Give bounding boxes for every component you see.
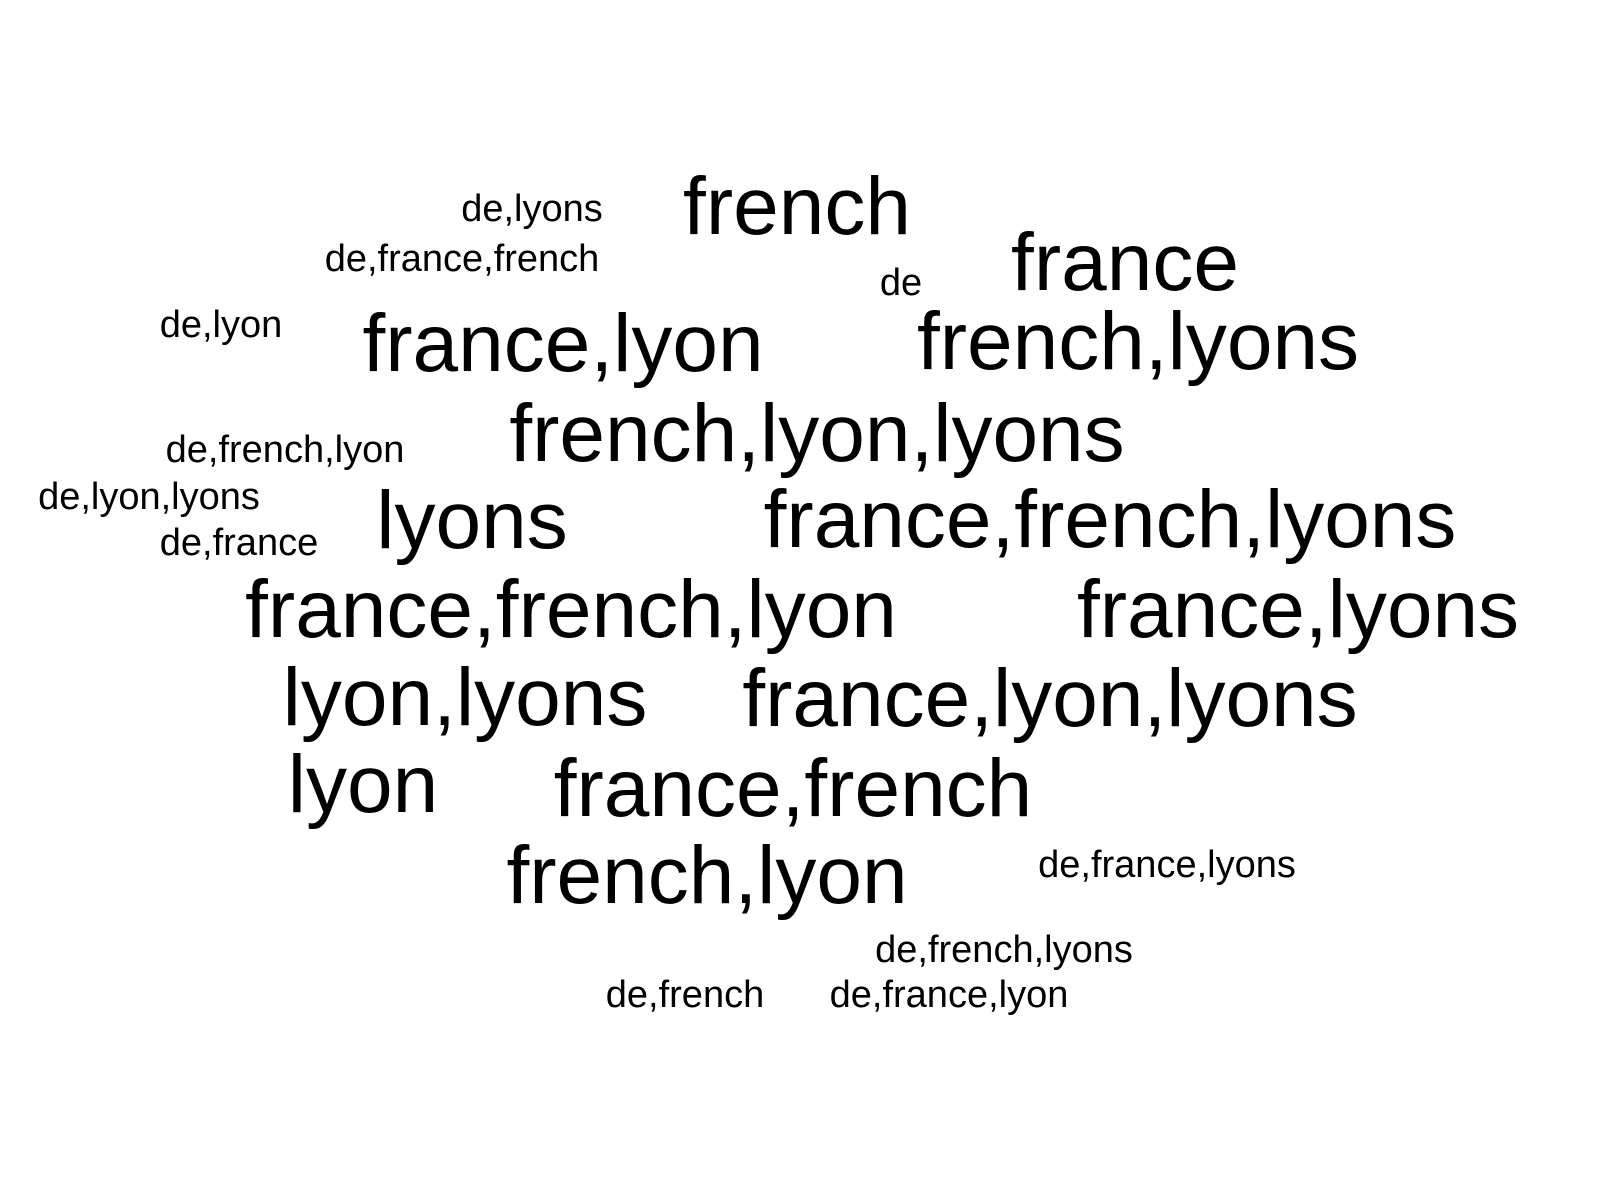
word-item: france,french bbox=[553, 743, 1033, 834]
word-item: france,lyons bbox=[1076, 564, 1520, 655]
word-item: de,lyon bbox=[159, 304, 283, 346]
word-item: france,french,lyon bbox=[245, 564, 897, 655]
word-item: french bbox=[683, 161, 911, 252]
word-item: de,french,lyon bbox=[165, 429, 405, 471]
word-item: lyon bbox=[287, 739, 439, 830]
word-item: de,france bbox=[159, 522, 319, 564]
word-cloud: french de,lyons de,france,french france de de… bbox=[0, 0, 1600, 1200]
word-item: france bbox=[1011, 217, 1239, 308]
word-item: de,lyon,lyons bbox=[38, 476, 260, 518]
word-item: de,lyons bbox=[461, 188, 603, 230]
word-item: de,france,lyons bbox=[1038, 844, 1296, 886]
word-item: de bbox=[879, 262, 923, 304]
word-item: de,french,lyons bbox=[875, 929, 1133, 971]
word-item: de,france,french bbox=[324, 238, 600, 280]
word-item: de,france,lyon bbox=[829, 974, 1069, 1016]
word-item: de,french bbox=[605, 974, 765, 1016]
word-item: lyons bbox=[376, 475, 568, 566]
word-item: france,french,lyons bbox=[763, 474, 1457, 565]
word-item: france,lyon bbox=[362, 298, 764, 389]
word-item: france,lyon,lyons bbox=[742, 653, 1358, 744]
word-item: french,lyon bbox=[506, 830, 908, 921]
word-item: french,lyon,lyons bbox=[509, 388, 1125, 479]
word-item: lyon,lyons bbox=[282, 652, 648, 743]
word-item: french,lyons bbox=[916, 296, 1360, 387]
